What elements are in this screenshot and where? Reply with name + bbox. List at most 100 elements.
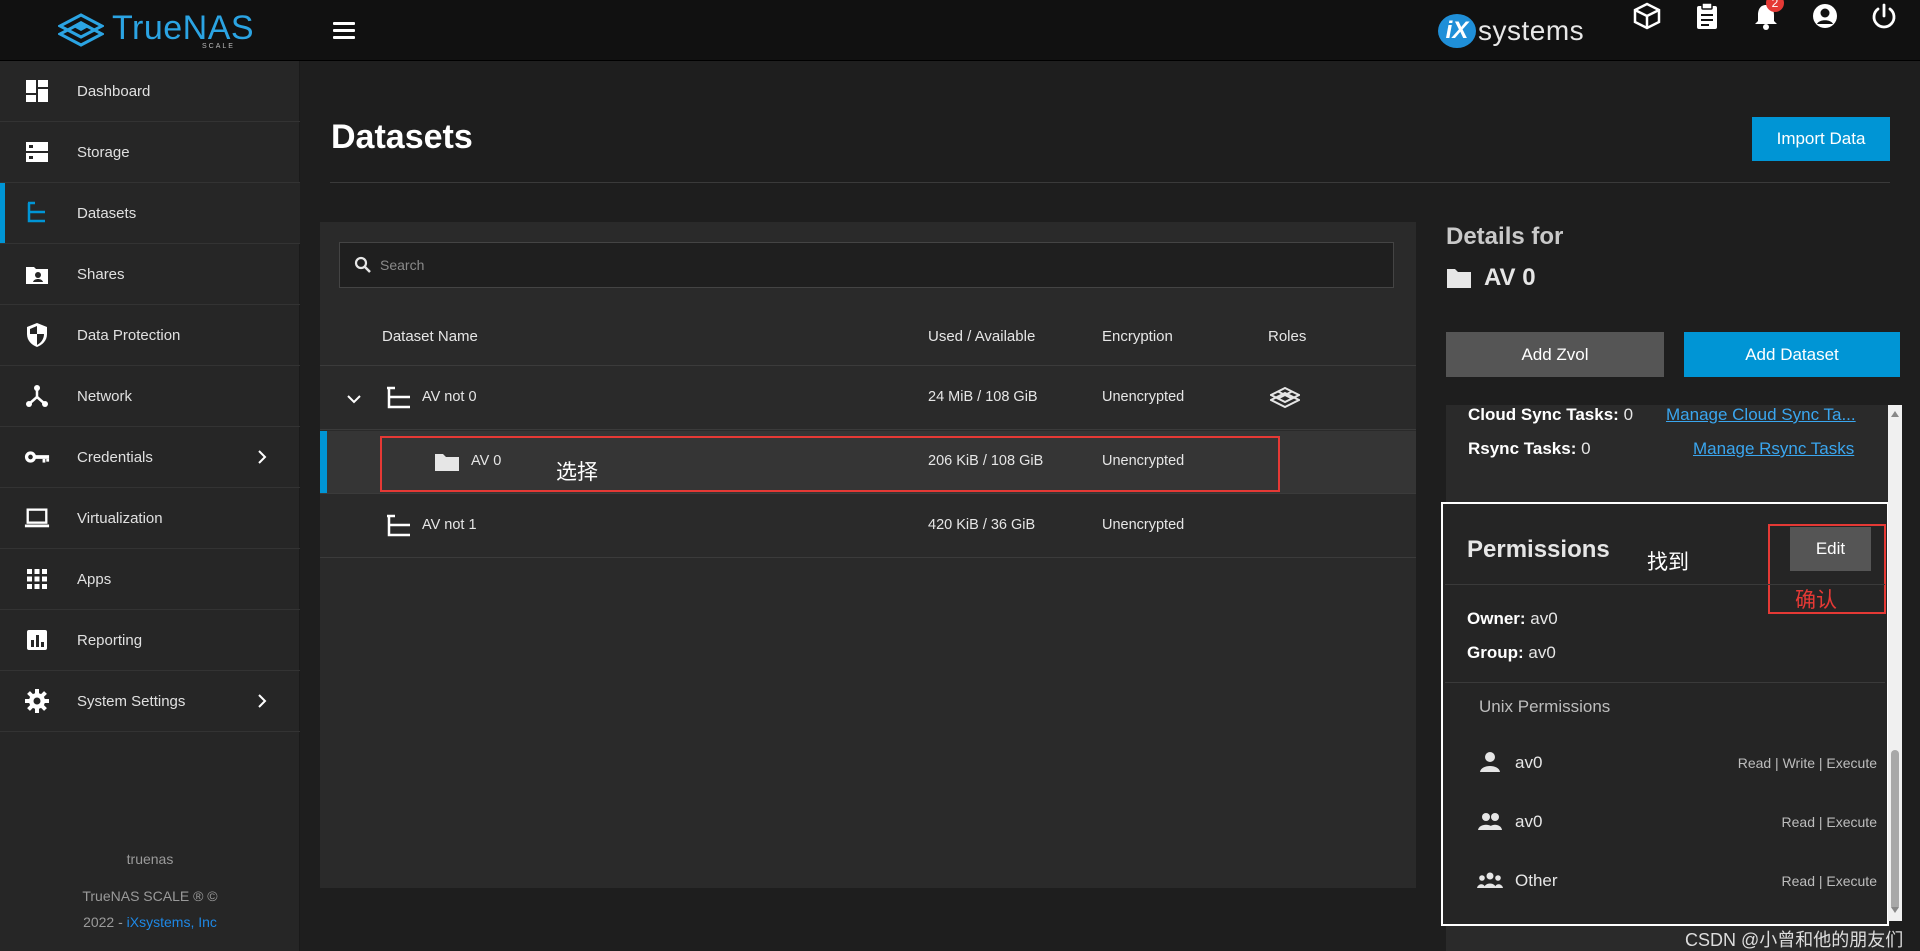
datasets-table-card: Dataset Name Used / Available Encryption… xyxy=(320,222,1416,888)
permissions-title: Permissions xyxy=(1467,536,1610,563)
dataset-name: AV not 1 xyxy=(422,517,477,533)
scroll-up-arrow-icon[interactable] xyxy=(1890,409,1900,419)
logo-subtext: SCALE xyxy=(202,42,235,50)
scroll-down-arrow-icon[interactable] xyxy=(1890,905,1900,915)
sidebar-item-label: Apps xyxy=(77,570,112,588)
details-dataset-title: AV 0 xyxy=(1446,264,1536,292)
group-value: av0 xyxy=(1528,643,1556,662)
sidebar-item-label: System Settings xyxy=(77,692,186,710)
cloud-sync-value: 0 xyxy=(1623,405,1634,424)
permissions-card: Permissions 找到 Edit 确认 Owner: av0 Group:… xyxy=(1441,502,1889,926)
menu-toggle-button[interactable] xyxy=(333,20,357,40)
folder-icon xyxy=(1447,269,1471,288)
truenas-logo-mark-icon xyxy=(58,13,104,47)
group-line: Group: av0 xyxy=(1467,643,1556,663)
copyright-year: 2022 - xyxy=(83,914,127,930)
column-header-encryption[interactable]: Encryption xyxy=(1102,328,1173,345)
sidebar-item-datasets[interactable]: Datasets xyxy=(0,183,300,244)
permission-name: Other xyxy=(1515,871,1558,890)
sidebar-item-reporting[interactable]: Reporting xyxy=(0,610,300,671)
sidebar-item-label: Dashboard xyxy=(77,82,151,100)
sidebar-item-dashboard[interactable]: Dashboard xyxy=(0,61,300,122)
user-icon xyxy=(1480,752,1500,772)
search-box[interactable] xyxy=(339,242,1394,288)
permission-name: av0 xyxy=(1515,812,1543,831)
chevron-right-icon xyxy=(258,450,267,464)
search-input[interactable] xyxy=(380,257,1380,273)
sidebar-item-system-settings[interactable]: System Settings xyxy=(0,671,300,732)
sidebar-item-label: Virtualization xyxy=(77,509,163,527)
annotation-find-text: 找到 xyxy=(1647,551,1689,574)
others-icon xyxy=(1477,872,1503,888)
sidebar-item-virtualization[interactable]: Virtualization xyxy=(0,488,300,549)
truenas-logo[interactable]: TrueNAS SCALE xyxy=(58,10,254,50)
column-header-used[interactable]: Used / Available xyxy=(928,328,1035,345)
copyright-year-line: 2022 - iXsystems, Inc xyxy=(0,914,300,930)
permission-row-group: av0 Read | Execute xyxy=(1477,806,1877,836)
power-icon[interactable] xyxy=(1868,0,1900,32)
ixsystems-logo[interactable]: iX systems xyxy=(1438,14,1584,48)
sidebar-item-data-protection[interactable]: Data Protection xyxy=(0,305,300,366)
logo-text: TrueNAS xyxy=(112,8,255,47)
table-header: Dataset Name Used / Available Encryption… xyxy=(320,306,1416,366)
table-row[interactable]: AV not 0 24 MiB / 108 GiB Unencrypted xyxy=(320,367,1416,430)
network-icon xyxy=(24,383,50,409)
sidebar-item-credentials[interactable]: Credentials xyxy=(0,427,300,488)
details-heading: Details for xyxy=(1446,223,1564,250)
rsync-label: Rsync Tasks: xyxy=(1468,439,1577,458)
search-icon xyxy=(354,256,371,273)
apps-grid-icon xyxy=(24,566,50,592)
permission-name: av0 xyxy=(1515,753,1543,772)
annotation-confirm-text: 确认 xyxy=(1795,589,1837,612)
column-header-roles[interactable]: Roles xyxy=(1268,328,1306,345)
permission-row-user: av0 Read | Write | Execute xyxy=(1477,747,1877,777)
sidebar-item-label: Datasets xyxy=(77,204,137,222)
watermark: CSDN @小曾和他的朋友们 xyxy=(1685,930,1904,950)
unix-permissions-title: Unix Permissions xyxy=(1479,697,1611,716)
manage-cloud-sync-link[interactable]: Manage Cloud Sync Ta... xyxy=(1666,405,1874,425)
sidebar-item-label: Credentials xyxy=(77,448,153,466)
key-icon xyxy=(24,444,50,470)
details-scrollbar[interactable] xyxy=(1888,405,1902,921)
import-data-button[interactable]: Import Data xyxy=(1752,117,1890,161)
sidebar-item-apps[interactable]: Apps xyxy=(0,549,300,610)
rsync-tasks-line: Rsync Tasks: 0 xyxy=(1468,439,1591,459)
sidebar-item-network[interactable]: Network xyxy=(0,366,300,427)
sidebar-item-label: Reporting xyxy=(77,631,143,649)
manage-rsync-link[interactable]: Manage Rsync Tasks xyxy=(1693,439,1854,459)
sidebar-item-label: Network xyxy=(77,387,133,405)
sidebar-item-label: Data Protection xyxy=(77,326,181,344)
clipboard-icon[interactable] xyxy=(1691,0,1723,32)
ix-logo-text: systems xyxy=(1478,15,1585,46)
scrollbar-thumb[interactable] xyxy=(1891,750,1899,910)
ixsystems-link[interactable]: iXsystems, Inc xyxy=(127,914,217,930)
truecommand-icon xyxy=(1270,387,1300,409)
add-zvol-button[interactable]: Add Zvol xyxy=(1446,332,1664,377)
add-dataset-button[interactable]: Add Dataset xyxy=(1684,332,1900,377)
page-title: Datasets xyxy=(331,118,473,156)
owner-value: av0 xyxy=(1530,609,1558,628)
sidebar-item-shares[interactable]: Shares xyxy=(0,244,300,305)
account-icon[interactable] xyxy=(1809,0,1841,32)
sidebar: Dashboard Storage Datasets Shares Data P… xyxy=(0,61,300,951)
laptop-icon xyxy=(24,505,50,531)
owner-label: Owner: xyxy=(1467,609,1526,628)
sidebar-item-storage[interactable]: Storage xyxy=(0,122,300,183)
truecommand-icon[interactable] xyxy=(1631,0,1663,32)
notification-badge: 2 xyxy=(1766,0,1784,12)
shares-icon xyxy=(24,261,50,287)
dashboard-icon xyxy=(24,78,50,104)
pool-icon xyxy=(387,386,410,409)
sidebar-item-label: Storage xyxy=(77,143,130,161)
dataset-used: 24 MiB / 108 GiB xyxy=(928,389,1038,405)
dataset-encryption: Unencrypted xyxy=(1102,517,1185,533)
datasets-icon xyxy=(24,200,50,226)
annotation-select-text: 选择 xyxy=(556,461,598,484)
chevron-right-icon xyxy=(258,694,267,708)
chevron-down-icon[interactable] xyxy=(346,393,362,405)
table-row[interactable]: AV not 1 420 KiB / 36 GiB Unencrypted xyxy=(320,495,1416,558)
owner-line: Owner: av0 xyxy=(1467,609,1558,629)
ix-logo-mark: iX xyxy=(1438,14,1476,48)
bell-icon[interactable]: 2 xyxy=(1750,0,1784,32)
column-header-name[interactable]: Dataset Name xyxy=(382,328,478,345)
